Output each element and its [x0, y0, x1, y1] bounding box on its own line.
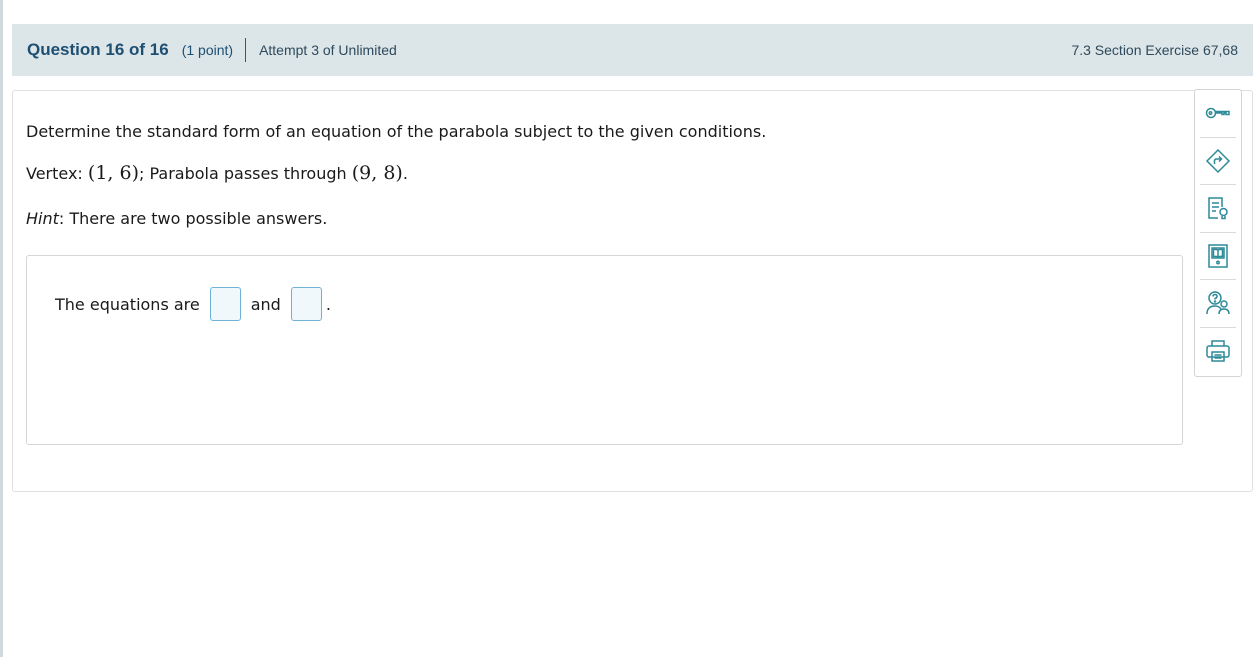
ask-instructor-button[interactable]: [1200, 280, 1236, 328]
hint-label: Hint: [26, 209, 59, 228]
print-button[interactable]: [1200, 328, 1236, 376]
header-divider: [245, 38, 247, 62]
conditions-period: .: [402, 164, 408, 183]
hint-line: Hint: There are two possible answers.: [26, 209, 327, 228]
textbook-icon: [1208, 244, 1228, 268]
answer-area: The equations are and .: [26, 255, 1183, 445]
point-math: (9, 8): [351, 162, 403, 184]
answer-suffix: .: [325, 294, 331, 314]
question-points: (1 point): [181, 42, 234, 58]
question-header: Question 16 of 16 (1 point) Attempt 3 of…: [12, 24, 1253, 76]
hint-text: : There are two possible answers.: [58, 209, 328, 228]
attempt-count: Attempt 3 of Unlimited: [259, 42, 397, 58]
answer-row: The equations are and .: [55, 287, 331, 321]
directions-icon: [1205, 148, 1231, 173]
vertex-math: (1, 6): [87, 162, 139, 184]
left-edge-bar: [0, 0, 3, 657]
notes-lightbulb-icon: [1208, 197, 1228, 220]
textbook-button[interactable]: [1200, 233, 1236, 280]
question-number: Question 16 of 16: [27, 40, 169, 59]
answer-key-button[interactable]: [1200, 90, 1236, 138]
tools-toolbar: [1194, 89, 1242, 377]
section-exercise-label: 7.3 Section Exercise 67,68: [1071, 42, 1238, 58]
help-person-icon: [1206, 291, 1230, 315]
notes-hint-button[interactable]: [1200, 185, 1236, 233]
answer-input-2[interactable]: [290, 287, 322, 321]
answer-and: and: [250, 294, 281, 314]
print-icon: [1206, 340, 1230, 362]
passes-through-label: ; Parabola passes through: [139, 164, 352, 183]
key-icon: [1205, 108, 1230, 119]
answer-prefix: The equations are: [55, 294, 200, 314]
question-prompt: Determine the standard form of an equati…: [26, 122, 767, 141]
answer-input-1[interactable]: [209, 287, 241, 321]
vertex-label: Vertex:: [26, 164, 88, 183]
directions-button[interactable]: [1200, 138, 1236, 185]
question-conditions: Vertex: (1, 6); Parabola passes through …: [26, 162, 408, 184]
